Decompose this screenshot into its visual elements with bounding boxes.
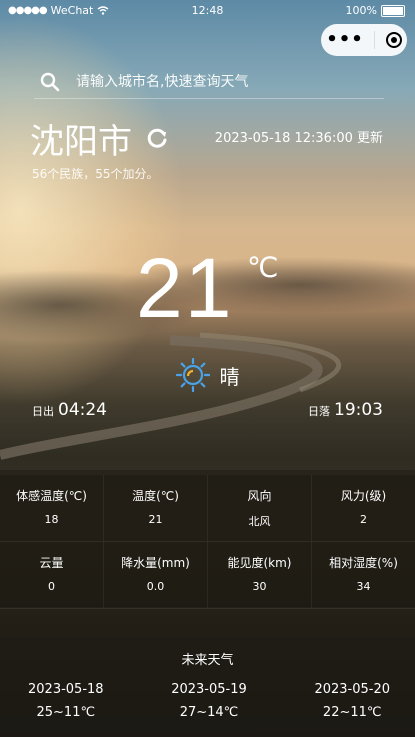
search-icon[interactable] <box>40 72 60 92</box>
detail-value: 0.0 <box>146 580 165 593</box>
update-time: 2023-05-18 12:36:00 更新 <box>214 131 383 146</box>
detail-label: 能见度(km) <box>227 556 292 570</box>
weather-details-grid: 体感温度(℃) 18 温度(℃) 21 风向 北风 风力(级) 2 云量 0 降… <box>0 475 415 609</box>
detail-wind-direction: 风向 北风 <box>208 475 312 541</box>
sunset: 日落 19:03 <box>308 400 383 420</box>
sunset-label: 日落 <box>308 405 330 418</box>
detail-label: 风力(级) <box>340 489 387 503</box>
forecast-day: 2023-05-18 25~11℃ <box>28 682 104 720</box>
battery-icon <box>381 4 405 17</box>
detail-value: 2 <box>360 513 367 526</box>
detail-value: 北风 <box>248 515 271 528</box>
detail-label: 相对湿度(%) <box>329 556 398 570</box>
detail-feels-like: 体感温度(℃) 18 <box>0 475 104 541</box>
detail-label: 降水量(mm) <box>121 556 190 570</box>
forecast-panel: 未来天气 2023-05-18 25~11℃ 2023-05-19 27~14℃… <box>0 637 415 737</box>
more-dots-icon[interactable]: ••• <box>326 31 364 49</box>
detail-temperature: 温度(℃) 21 <box>104 475 208 541</box>
detail-value: 21 <box>148 513 163 526</box>
forecast-days: 2023-05-18 25~11℃ 2023-05-19 27~14℃ 2023… <box>0 682 415 720</box>
forecast-range: 22~11℃ <box>322 705 382 720</box>
detail-label: 温度(℃) <box>132 489 179 503</box>
sunrise: 日出 04:24 <box>32 400 107 420</box>
status-bar: ●●●●● WeChat 12:48 100% <box>0 0 415 22</box>
sunset-time: 19:03 <box>334 400 383 420</box>
city-name: 沈阳市 <box>30 122 132 162</box>
details-row: 云量 0 降水量(mm) 0.0 能见度(km) 30 相对湿度(%) 34 <box>0 542 415 609</box>
forecast-date: 2023-05-20 <box>314 682 390 697</box>
sun-icon <box>175 358 210 392</box>
sunrise-label: 日出 <box>32 405 54 418</box>
detail-value: 34 <box>356 580 371 593</box>
detail-value: 18 <box>44 513 59 526</box>
details-row: 体感温度(℃) 18 温度(℃) 21 风向 北风 风力(级) 2 <box>0 475 415 542</box>
battery-percent: 100% <box>345 4 377 17</box>
detail-label: 云量 <box>39 556 64 570</box>
detail-label: 风向 <box>247 489 272 503</box>
forecast-date: 2023-05-18 <box>28 682 104 697</box>
detail-humidity: 相对湿度(%) 34 <box>312 542 415 608</box>
detail-value: 30 <box>252 580 267 593</box>
current-condition: 晴 <box>0 358 415 392</box>
condition-text: 晴 <box>219 364 240 389</box>
temperature-unit: ℃ <box>247 251 279 284</box>
capsule-divider <box>374 31 376 49</box>
forecast-date: 2023-05-19 <box>171 682 247 697</box>
mini-program-capsule: ••• <box>321 24 407 56</box>
detail-cloud: 云量 0 <box>0 542 104 608</box>
current-temperature: 21 <box>136 241 234 335</box>
forecast-day: 2023-05-19 27~14℃ <box>171 682 247 720</box>
city-slogan: 56个民族，55个加分。 <box>32 167 159 181</box>
detail-wind-scale: 风力(级) 2 <box>312 475 415 541</box>
target-icon[interactable] <box>385 32 402 48</box>
sunrise-time: 04:24 <box>58 400 107 420</box>
detail-precipitation: 降水量(mm) 0.0 <box>104 542 208 608</box>
detail-value: 0 <box>48 580 55 593</box>
detail-label: 体感温度(℃) <box>16 489 87 503</box>
detail-visibility: 能见度(km) 30 <box>208 542 312 608</box>
search-bar[interactable] <box>34 66 384 99</box>
forecast-title: 未来天气 <box>181 653 234 668</box>
refresh-icon[interactable] <box>147 127 169 149</box>
forecast-day: 2023-05-20 22~11℃ <box>314 682 390 720</box>
search-input[interactable] <box>74 73 378 91</box>
forecast-range: 25~11℃ <box>36 705 96 720</box>
forecast-range: 27~14℃ <box>179 705 239 720</box>
